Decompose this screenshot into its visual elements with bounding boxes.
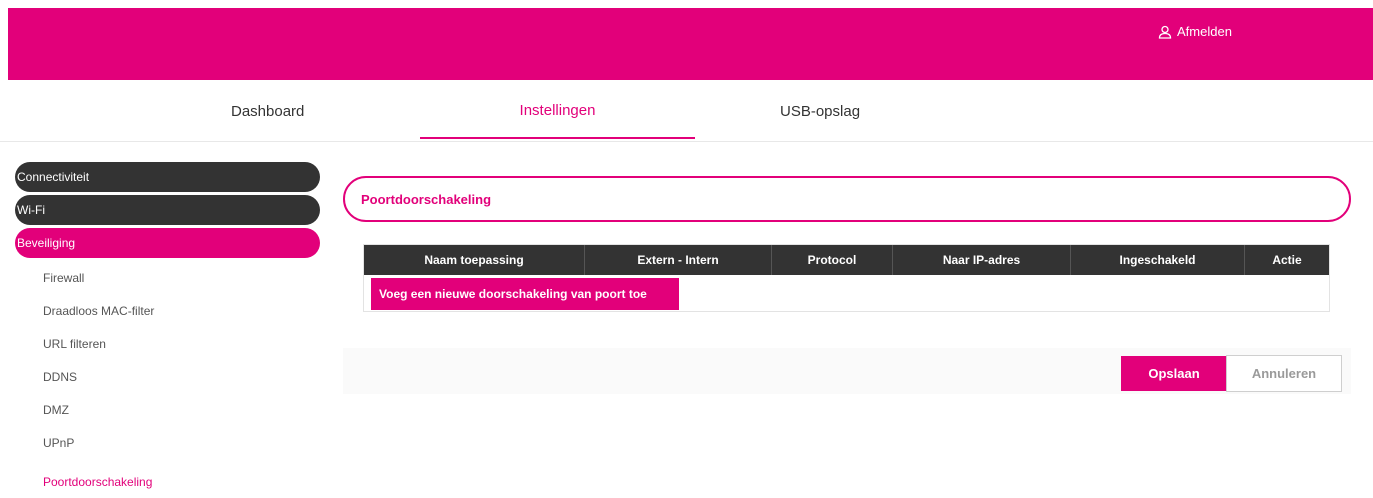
add-port-forward-button[interactable]: Voeg een nieuwe doorschakeling van poort… <box>371 278 679 310</box>
logout-label: Afmelden <box>1177 24 1232 39</box>
main-tabs: Dashboard Instellingen USB-opslag <box>0 84 1373 142</box>
sidebar-group-label: Wi-Fi <box>17 203 45 217</box>
sidebar-item-firewall[interactable]: Firewall <box>15 261 320 294</box>
tab-dashboard[interactable]: Dashboard <box>231 84 331 139</box>
sidebar-item-upnp[interactable]: UPnP <box>15 426 320 459</box>
page-title: Poortdoorschakeling <box>343 176 1351 222</box>
column-header: Protocol <box>772 245 893 275</box>
logout-link[interactable]: Afmelden <box>1158 24 1232 39</box>
user-icon <box>1158 25 1172 39</box>
sidebar-item-mac-filter[interactable]: Draadloos MAC-filter <box>15 294 320 327</box>
sidebar-group-connectiviteit[interactable]: Connectiviteit <box>15 162 320 192</box>
tab-usb-opslag[interactable]: USB-opslag <box>780 84 880 139</box>
sidebar-group-beveiliging[interactable]: Beveiliging <box>15 228 320 258</box>
sidebar-group-wifi[interactable]: Wi-Fi <box>15 195 320 225</box>
port-forward-table: Naam toepassing Extern - Intern Protocol… <box>363 244 1330 312</box>
sidebar: Connectiviteit Wi-Fi Beveiliging Firewal… <box>15 162 320 498</box>
column-header: Actie <box>1272 253 1302 267</box>
sidebar-item-url-filter[interactable]: URL filteren <box>15 327 320 360</box>
column-header: Naam toepassing <box>364 245 585 275</box>
tab-instellingen[interactable]: Instellingen <box>420 84 695 139</box>
sidebar-item-dmz[interactable]: DMZ <box>15 393 320 426</box>
cancel-button[interactable]: Annuleren <box>1226 355 1342 392</box>
column-header: Extern - Intern <box>585 245 772 275</box>
column-header: Naar IP-adres <box>893 245 1071 275</box>
column-header: Ingeschakeld <box>1071 245 1245 275</box>
sidebar-group-label: Beveiliging <box>17 236 76 250</box>
sidebar-item-ddns[interactable]: DDNS <box>15 360 320 393</box>
sidebar-item-poortdoorschakeling[interactable]: Poortdoorschakeling <box>15 465 320 498</box>
sidebar-group-label: Connectiviteit <box>17 170 90 184</box>
top-header: Afmelden <box>8 8 1373 80</box>
table-header: Naam toepassing Extern - Intern Protocol… <box>364 245 1329 275</box>
save-button[interactable]: Opslaan <box>1121 356 1227 391</box>
